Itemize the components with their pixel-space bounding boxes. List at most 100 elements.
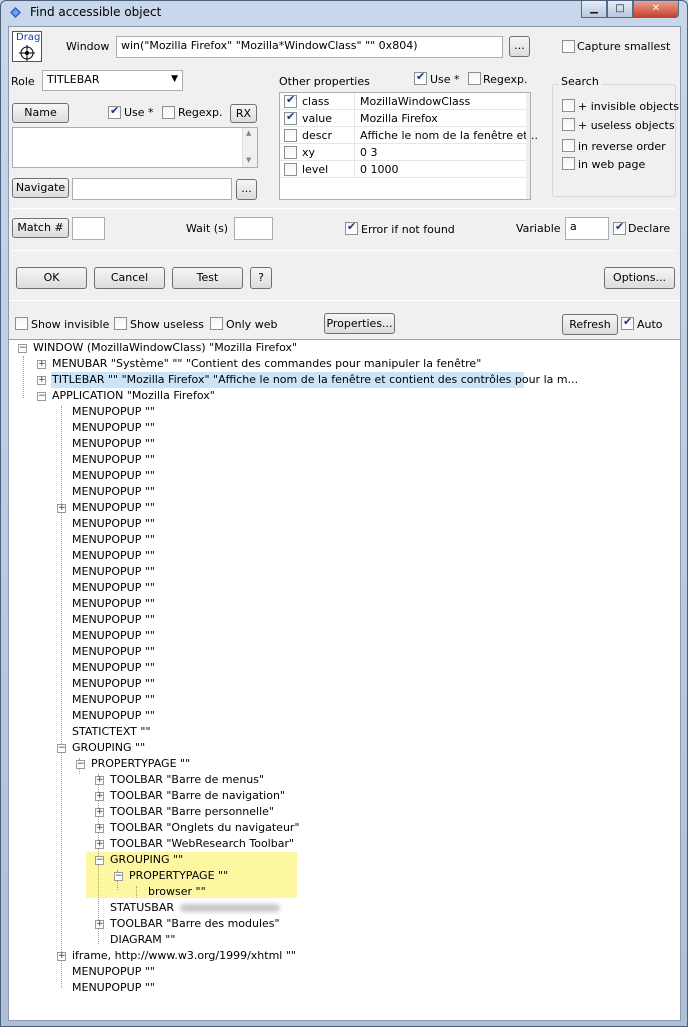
expand-icon[interactable]: + — [95, 840, 104, 849]
maximize-button[interactable]: □ — [607, 1, 633, 18]
tree-node-menupopup[interactable]: MENUPOPUP "" — [72, 964, 155, 980]
collapse-icon[interactable]: − — [18, 344, 27, 353]
accessible-object-tree[interactable]: − WINDOW (MozillaWindowClass) "Mozilla F… — [9, 339, 680, 1020]
tree-node-menupopup[interactable]: MENUPOPUP "" — [72, 452, 155, 468]
variable-field[interactable]: a — [565, 217, 609, 240]
ok-button[interactable]: OK — [16, 267, 87, 289]
collapse-icon[interactable]: − — [76, 760, 85, 769]
property-value[interactable]: Mozilla Firefox — [360, 112, 438, 125]
tree-node-statusbar[interactable]: STATUSBAR — [110, 900, 280, 916]
properties-grid[interactable]: class MozillaWindowClass value Mozilla F… — [279, 92, 538, 200]
name-scrollbar[interactable]: ▲ ▼ — [242, 128, 257, 167]
property-row[interactable]: class MozillaWindowClass — [280, 93, 530, 110]
only-web-checkbox[interactable] — [210, 317, 223, 330]
name-regexp-checkbox[interactable] — [162, 106, 175, 119]
test-button[interactable]: Test — [172, 267, 243, 289]
name-button[interactable]: Name — [12, 103, 69, 123]
tree-node-menupopup[interactable]: MENUPOPUP "" — [72, 660, 155, 676]
tree-node-statictext[interactable]: STATICTEXT "" — [72, 724, 151, 740]
declare-checkbox[interactable] — [613, 220, 626, 235]
match-button[interactable]: Match # — [12, 218, 69, 238]
property-row[interactable]: descr Affiche le nom de la fenêtre et... — [280, 127, 538, 144]
show-invisible-checkbox[interactable] — [15, 317, 28, 330]
expand-icon[interactable]: + — [95, 808, 104, 817]
tree-node-menupopup[interactable]: MENUPOPUP "" — [72, 532, 155, 548]
props-regexp-checkbox[interactable] — [468, 72, 481, 85]
capture-smallest-checkbox[interactable] — [562, 40, 575, 53]
search-invisible-checkbox[interactable] — [562, 99, 575, 112]
window-field[interactable]: win("Mozilla Firefox" "Mozilla*WindowCla… — [116, 36, 503, 58]
property-value[interactable]: 0 3 — [360, 146, 378, 159]
collapse-icon[interactable]: − — [37, 392, 46, 401]
expand-icon[interactable]: + — [57, 504, 66, 513]
property-checkbox[interactable] — [284, 129, 297, 142]
expand-icon[interactable]: + — [95, 776, 104, 785]
property-checkbox[interactable] — [284, 146, 297, 159]
tree-node-menupopup[interactable]: MENUPOPUP "" — [72, 628, 155, 644]
tree-node-menupopup[interactable]: MENUPOPUP "" — [72, 436, 155, 452]
expand-icon[interactable]: + — [95, 920, 104, 929]
collapse-icon[interactable]: − — [114, 872, 123, 881]
help-button[interactable]: ? — [250, 267, 272, 289]
tree-node-menupopup[interactable]: MENUPOPUP "" — [72, 612, 155, 628]
property-value[interactable]: MozillaWindowClass — [360, 95, 470, 108]
tree-node-diagram[interactable]: DIAGRAM "" — [110, 932, 175, 948]
error-if-not-found-checkbox[interactable] — [345, 220, 358, 235]
auto-checkbox[interactable] — [621, 315, 634, 330]
title-bar[interactable]: Find accessible object ▁ □ ✕ — [1, 1, 687, 25]
search-reverse-checkbox[interactable] — [562, 139, 575, 152]
expand-icon[interactable]: + — [37, 360, 46, 369]
name-textarea[interactable]: ▲ ▼ — [12, 127, 258, 168]
tree-node-menupopup[interactable]: MENUPOPUP "" — [72, 980, 155, 996]
collapse-icon[interactable]: − — [95, 856, 104, 865]
close-button[interactable]: ✕ — [633, 1, 679, 18]
cancel-button[interactable]: Cancel — [94, 267, 165, 289]
props-use-star-checkbox[interactable] — [414, 70, 427, 85]
navigate-field[interactable] — [72, 178, 232, 200]
window-browse-button[interactable]: ... — [509, 36, 530, 57]
minimize-button[interactable]: ▁ — [581, 1, 607, 18]
rx-button[interactable]: RX — [230, 104, 257, 123]
tree-node-menupopup[interactable]: MENUPOPUP "" — [72, 564, 155, 580]
properties-button[interactable]: Properties... — [324, 313, 395, 334]
property-row[interactable]: value Mozilla Firefox — [280, 110, 530, 127]
search-web-checkbox[interactable] — [562, 157, 575, 170]
role-select[interactable]: TITLEBAR ▼ — [42, 70, 183, 91]
tree-node-menupopup[interactable]: MENUPOPUP "" — [72, 644, 155, 660]
tree-node-menupopup[interactable]: MENUPOPUP "" — [72, 676, 155, 692]
expand-icon[interactable]: + — [95, 824, 104, 833]
match-field[interactable] — [72, 217, 105, 240]
tree-node-menupopup[interactable]: MENUPOPUP "" — [72, 420, 155, 436]
tree-node-menupopup[interactable]: MENUPOPUP "" — [72, 484, 155, 500]
navigate-button[interactable]: Navigate — [12, 178, 69, 198]
expand-icon[interactable]: + — [37, 376, 46, 385]
property-checkbox[interactable] — [284, 93, 297, 108]
property-value[interactable]: Affiche le nom de la fenêtre et... — [360, 129, 538, 142]
expand-icon[interactable]: + — [95, 792, 104, 801]
grid-scrollbar[interactable] — [526, 93, 530, 199]
drag-target[interactable]: Drag — [12, 31, 42, 62]
tree-node-menupopup[interactable]: MENUPOPUP "" — [72, 580, 155, 596]
property-checkbox[interactable] — [284, 110, 297, 125]
name-use-star-checkbox[interactable] — [108, 104, 121, 119]
tree-node-menupopup[interactable]: MENUPOPUP "" — [72, 404, 155, 420]
collapse-icon[interactable]: − — [57, 744, 66, 753]
tree-node-menupopup[interactable]: MENUPOPUP "" — [72, 516, 155, 532]
refresh-button[interactable]: Refresh — [562, 314, 618, 335]
search-useless-checkbox[interactable] — [562, 118, 575, 131]
property-value[interactable]: 0 1000 — [360, 163, 399, 176]
wait-field[interactable] — [234, 217, 273, 240]
show-useless-checkbox[interactable] — [114, 317, 127, 330]
tree-node-menupopup[interactable]: MENUPOPUP "" — [72, 692, 155, 708]
navigate-browse-button[interactable]: ... — [236, 179, 257, 200]
tree-node-menupopup[interactable]: MENUPOPUP "" — [72, 468, 155, 484]
options-button[interactable]: Options... — [604, 267, 675, 289]
tree-node-menupopup[interactable]: MENUPOPUP "" — [72, 548, 155, 564]
property-row[interactable]: level 0 1000 — [280, 161, 530, 178]
expand-icon[interactable]: + — [57, 952, 66, 961]
tree-node-menupopup[interactable]: MENUPOPUP "" — [72, 596, 155, 612]
tree-node-menupopup[interactable]: MENUPOPUP "" — [72, 708, 155, 724]
property-row[interactable]: xy 0 3 — [280, 144, 530, 161]
property-checkbox[interactable] — [284, 163, 297, 176]
tree-node-browser[interactable]: browser "" — [148, 884, 206, 900]
